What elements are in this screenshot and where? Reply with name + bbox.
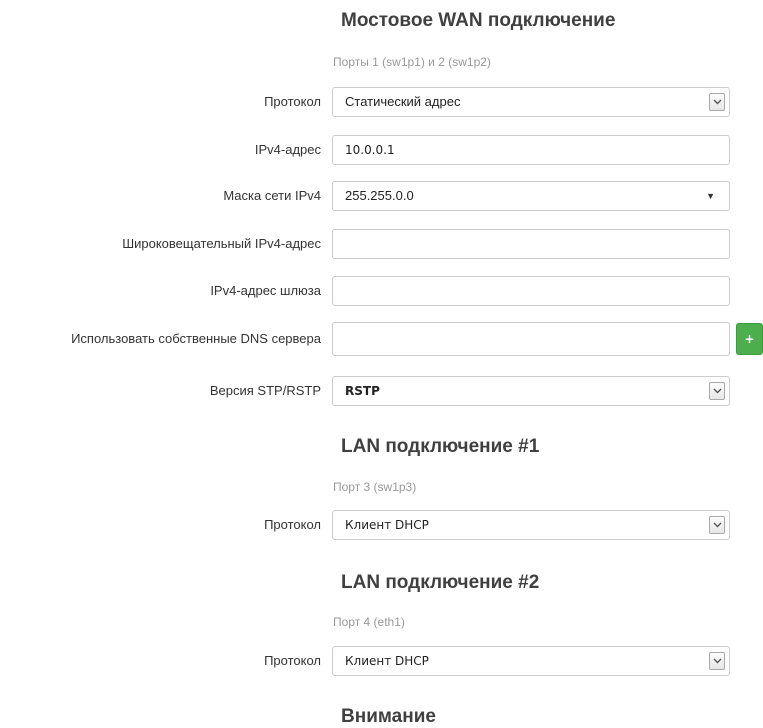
wan-protocol-row: Протокол Статический адрес [0,87,763,117]
wan-stp-label: Версия STP/RSTP [209,383,321,398]
wan-ipv4-label: IPv4-адрес [254,142,321,157]
wan-section-description: Порты 1 (sw1p1) и 2 (sw1p2) [333,55,491,69]
wan-netmask-row: Маска сети IPv4 255.255.0.0 ▼ [0,181,763,211]
wan-netmask-label: Маска сети IPv4 [223,188,321,203]
stp-version-select[interactable]: RSTP [332,376,730,406]
lan1-protocol-value: Клиент DHCP [345,518,429,532]
wan-gateway-label: IPv4-адрес шлюза [210,283,321,298]
chevron-down-icon [709,93,725,111]
lan1-section-title: LAN подключение #1 [341,436,540,457]
notice-title: Внимание [341,706,436,727]
add-dns-button[interactable]: + [736,323,763,355]
lan1-section-description: Порт 3 (sw1p3) [333,480,417,494]
wan-broadcast-row: Широковещательный IPv4-адрес [0,229,763,259]
wan-stp-row: Версия STP/RSTP RSTP [0,376,763,406]
stp-version-value: RSTP [345,384,380,398]
netmask-combobox[interactable]: 255.255.0.0 ▼ [332,181,730,211]
lan2-protocol-select[interactable]: Клиент DHCP [332,646,730,676]
broadcast-address-input[interactable] [332,229,730,259]
ipv4-address-input[interactable] [332,135,730,165]
netmask-value: 255.255.0.0 [345,188,414,203]
chevron-down-icon [709,652,725,670]
gateway-address-input[interactable] [332,276,730,306]
lan2-section-title: LAN подключение #2 [341,572,540,593]
caret-down-icon: ▼ [706,191,715,201]
wan-broadcast-label: Широковещательный IPv4-адрес [122,236,321,251]
lan2-section-description: Порт 4 (eth1) [333,615,405,629]
wan-protocol-select[interactable]: Статический адрес [332,87,730,117]
lan1-protocol-row: Протокол Клиент DHCP [0,510,763,540]
lan1-protocol-select[interactable]: Клиент DHCP [332,510,730,540]
wan-ipv4-row: IPv4-адрес [0,135,763,165]
wan-dns-row: Использовать собственные DNS сервера + [0,322,763,356]
wan-gateway-row: IPv4-адрес шлюза [0,276,763,306]
lan2-protocol-row: Протокол Клиент DHCP [0,646,763,676]
chevron-down-icon [709,516,725,534]
wan-protocol-value: Статический адрес [345,94,461,109]
lan1-protocol-label: Протокол [264,517,321,532]
custom-dns-input[interactable] [332,322,730,356]
wan-section-title: Мостовое WAN подключение [341,10,616,31]
wan-dns-label: Использовать собственные DNS сервера [71,331,321,346]
lan2-protocol-label: Протокол [264,653,321,668]
wan-protocol-label: Протокол [264,94,321,109]
chevron-down-icon [709,382,725,400]
lan2-protocol-value: Клиент DHCP [345,654,429,668]
